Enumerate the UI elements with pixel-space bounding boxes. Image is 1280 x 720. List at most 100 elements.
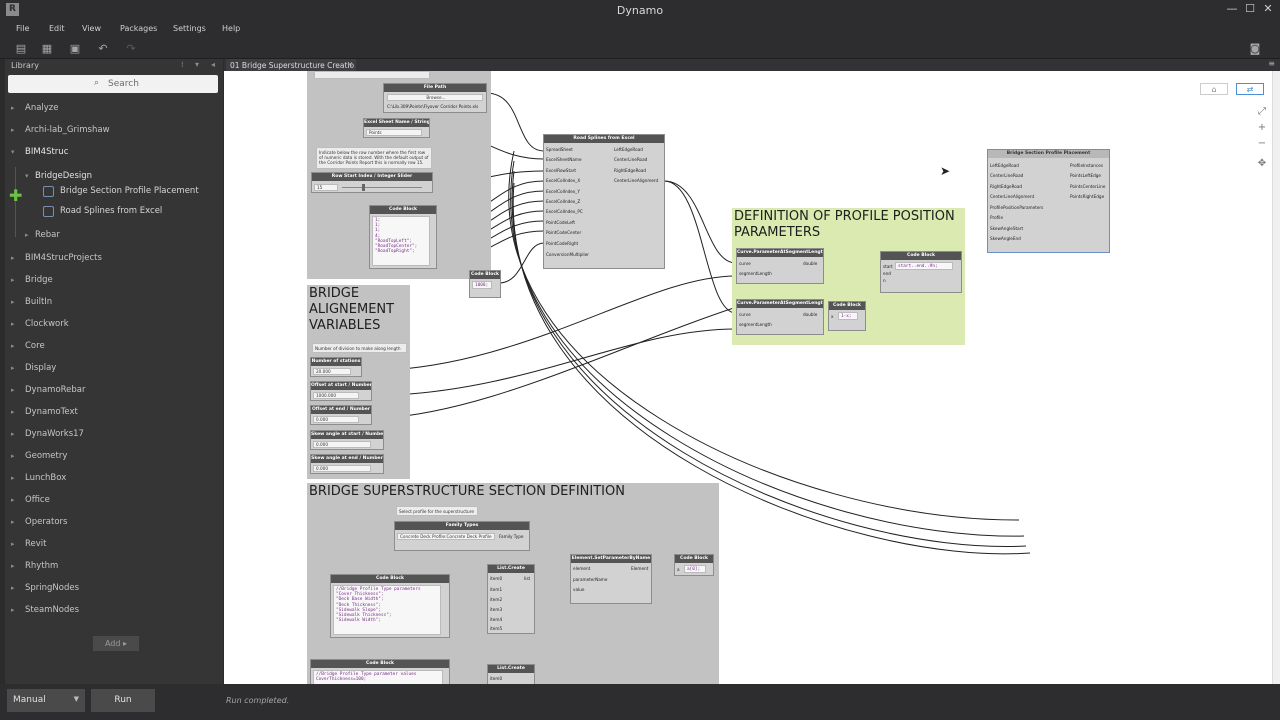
output-port[interactable]: Family Type (499, 534, 523, 539)
run-mode-select[interactable]: Manual ▼ (7, 689, 85, 712)
search-input[interactable]: ⌕ Search (8, 75, 218, 93)
node-list-create-2[interactable]: List.Create item0 (487, 664, 535, 684)
node-code-block-4[interactable]: Code Block x 1-x; (828, 301, 866, 331)
menu-view[interactable]: View (82, 24, 101, 33)
sheet-name-input[interactable]: Points (366, 129, 422, 136)
menu-file[interactable]: File (16, 24, 29, 33)
input-port[interactable]: CenterLineAlignment (990, 194, 1034, 199)
library-item-operators[interactable]: ▸ Operators (5, 512, 223, 534)
pan-icon[interactable]: ✥ (1255, 157, 1269, 171)
input-port[interactable]: ExcelColIndex_Z (546, 199, 580, 204)
library-item-geometry[interactable]: ▸ Geometry (5, 446, 223, 468)
node-row-slider[interactable]: Row Start Index / Integer Slider 15 (311, 172, 433, 193)
library-item-rhythm[interactable]: ▸ Rhythm (5, 556, 223, 578)
output-port[interactable]: ProfileInstances (1070, 163, 1103, 168)
graph-view-icon[interactable]: ⇄ (1236, 83, 1264, 95)
zoom-out-icon[interactable]: − (1255, 137, 1269, 151)
input-port[interactable]: SkewAngleEnd (990, 236, 1021, 241)
input-port[interactable]: CenterLineRoad (990, 173, 1023, 178)
library-item-display[interactable]: ▸ Display (5, 358, 223, 380)
library-item-dynamorebar[interactable]: ▸ DynamoRebar (5, 380, 223, 402)
offset-end-input[interactable]: 0.000 (313, 416, 359, 423)
output-port[interactable]: list (524, 576, 530, 581)
library-item-rebar[interactable]: ▸ Rebar (5, 225, 223, 247)
input-port[interactable]: segmentLength (739, 271, 772, 276)
canvas-scrollbar[interactable] (1272, 71, 1280, 684)
code-editor[interactable]: //Bridge Profile Type parameters "Cover … (333, 585, 441, 635)
output-port[interactable]: PointsRightEdge (1070, 194, 1104, 199)
open-icon[interactable]: ▦ (40, 42, 54, 56)
slider-handle[interactable] (362, 184, 365, 191)
library-layout-icon[interactable]: ⁞ (181, 60, 184, 69)
library-item-steamnodes[interactable]: ▸ SteamNodes (5, 600, 223, 622)
input-port[interactable]: RightEdgeRoad (990, 184, 1022, 189)
maximize-button[interactable]: ☐ (1242, 2, 1258, 16)
node-code-block-1[interactable]: Code Block 1; 1; 1; 4; "RoadTopLeft"; "R… (369, 205, 437, 269)
node-family-types[interactable]: Family Types Concrete Deck Profile:Concr… (394, 521, 530, 551)
input-port[interactable]: item3 (490, 607, 502, 612)
input-port[interactable]: ProfilePositionParameters (990, 205, 1043, 210)
code-editor[interactable]: start..end..#n; (895, 262, 953, 270)
library-item-revit[interactable]: ▸ Revit (5, 534, 223, 556)
browse-button[interactable]: Browse... (387, 94, 483, 101)
zoom-in-icon[interactable]: + (1255, 121, 1269, 135)
offset-start-input[interactable]: 1000.000 (313, 392, 359, 399)
input-port[interactable]: SkewAngleStart (990, 226, 1023, 231)
library-node-profile-placement[interactable]: Bridge Section Profile Placement (5, 182, 223, 202)
input-port[interactable]: item2 (490, 597, 502, 602)
menu-settings[interactable]: Settings (173, 24, 206, 33)
output-port[interactable]: CenterLineRoad (614, 157, 647, 162)
node-param-segment-1[interactable]: Curve.ParameterAtSegmentLength curve seg… (736, 248, 824, 284)
node-param-segment-2[interactable]: Curve.ParameterAtSegmentLength curve seg… (736, 299, 824, 335)
add-library-button[interactable]: Add ▸ (93, 636, 139, 651)
tab-bridge-superstructure[interactable]: 01 Bridge Superstructure Creatio ✕ (226, 59, 356, 71)
library-item-analyze[interactable]: ▸ Analyze (5, 98, 223, 120)
input-port[interactable]: LeftEdgeRoad (990, 163, 1019, 168)
family-type-dropdown[interactable]: Concrete Deck Profile:Concrete Deck Prof… (397, 533, 495, 540)
library-item-bim4strucprojects[interactable]: ▸ BIM4StrucProjects (5, 248, 223, 270)
output-port[interactable]: double (803, 312, 817, 317)
minimize-button[interactable]: — (1224, 2, 1240, 16)
input-port[interactable]: x (831, 314, 833, 319)
output-port[interactable]: RightEdgeRoad (614, 168, 646, 173)
input-port[interactable]: a (677, 567, 680, 572)
input-port[interactable]: item1 (490, 587, 502, 592)
node-code-block-3[interactable]: Code Block start end n start..end..#n; (880, 251, 962, 293)
input-port[interactable]: curve (739, 312, 751, 317)
input-port[interactable]: element (573, 566, 590, 571)
input-port[interactable]: value (573, 587, 584, 592)
library-item-dynaworks17[interactable]: ▸ DynaWorks17 (5, 424, 223, 446)
code-editor[interactable]: a[0]; (684, 565, 706, 573)
output-port[interactable]: double (803, 261, 817, 266)
input-port[interactable]: start (883, 264, 893, 269)
code-editor[interactable]: 1; 1; 1; 4; "RoadTopLeft"; "RoadTopCente… (372, 216, 430, 266)
node-code-block-5[interactable]: Code Block //Bridge Profile Type paramet… (330, 574, 450, 638)
input-port[interactable]: curve (739, 261, 751, 266)
output-port[interactable]: Element (631, 566, 648, 571)
library-node-road-splines[interactable]: Road Splines from Excel (5, 202, 223, 222)
node-skew-end[interactable]: Skew angle at end / Number 0.000 (310, 454, 384, 474)
code-editor[interactable]: 1-x; (838, 312, 858, 320)
skew-start-input[interactable]: 0.000 (313, 441, 371, 448)
input-port[interactable]: ConversionMultiplier (546, 252, 589, 257)
input-port[interactable]: end (883, 271, 891, 276)
geometry-view-icon[interactable]: ⌂ (1200, 83, 1228, 95)
library-item-archi-lab[interactable]: ▸ Archi-lab_Grimshaw (5, 120, 223, 142)
node-offset-start[interactable]: Offset at start / Number 1000.000 (310, 381, 372, 401)
camera-icon[interactable]: ◙ (1248, 42, 1262, 56)
library-item-office[interactable]: ▸ Office (5, 490, 223, 512)
skew-end-input[interactable]: 0.000 (313, 465, 371, 472)
library-item-clockwork[interactable]: ▸ Clockwork (5, 314, 223, 336)
node-list-create-1[interactable]: List.Create item0 item1 item2 item3 item… (487, 564, 535, 634)
node-code-block-6[interactable]: Code Block a a[0]; (674, 554, 714, 576)
output-port[interactable]: PointsLeftEdge (1070, 173, 1101, 178)
node-offset-end[interactable]: Offset at end / Number 0.000 (310, 405, 372, 425)
menu-packages[interactable]: Packages (120, 24, 157, 33)
node-set-parameter[interactable]: Element.SetParameterByName element param… (570, 554, 652, 604)
new-file-icon[interactable]: ▤ (14, 42, 28, 56)
tab-menu-icon[interactable]: ≡ (1268, 59, 1275, 68)
slider-track[interactable] (342, 187, 422, 188)
node-profile-placement[interactable]: Bridge Section Profile Placement LeftEdg… (987, 149, 1110, 253)
library-item-bridge[interactable]: ▸ Bridge (5, 270, 223, 292)
input-port[interactable]: PointCodeCenter (546, 230, 581, 235)
